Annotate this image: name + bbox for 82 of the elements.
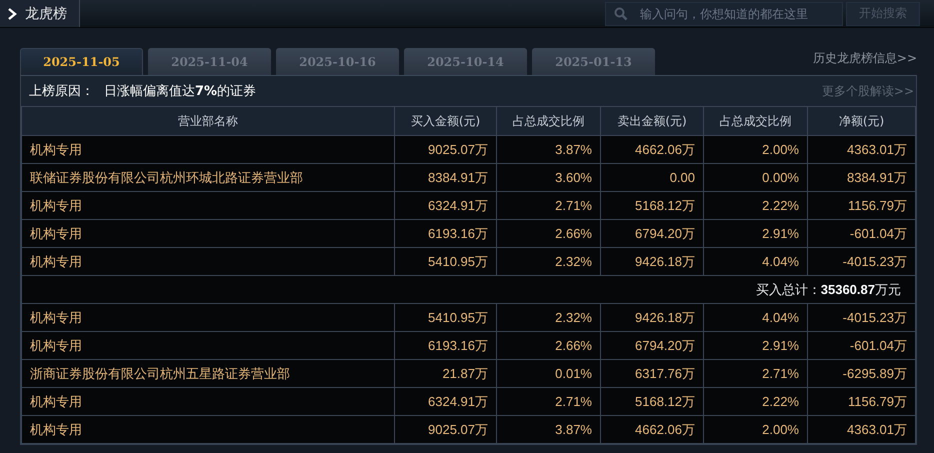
table-cell: 2.22% [704, 388, 808, 416]
date-tab[interactable]: 2025-01-13 [532, 48, 655, 75]
branch-name-cell: 联储证券股份有限公司杭州环城北路证券营业部 [22, 164, 394, 192]
table-cell: 9025.07万 [394, 136, 496, 164]
column-header: 占总成交比例 [704, 106, 808, 136]
column-header: 卖出金额(元) [600, 106, 704, 136]
more-analysis-link[interactable]: 更多个股解读>> [822, 83, 914, 100]
table-cell: -601.04万 [808, 220, 916, 248]
table-cell: 4662.06万 [600, 416, 704, 444]
table-cell: 1156.79万 [808, 388, 916, 416]
table-cell: 2.91% [704, 332, 808, 360]
branch-name-cell: 浙商证券股份有限公司杭州五星路证券营业部 [22, 360, 394, 388]
date-tab[interactable]: 2025-10-16 [276, 48, 399, 75]
table-cell: 6324.91万 [394, 192, 496, 220]
chevron-icon [8, 8, 17, 20]
date-tab[interactable]: 2025-10-14 [404, 48, 527, 75]
branch-name-cell: 机构专用 [22, 220, 394, 248]
table-cell: 0.00 [600, 164, 704, 192]
table-cell: 5168.12万 [600, 388, 704, 416]
table-cell: 9426.18万 [600, 248, 704, 276]
table-cell: 3.60% [496, 164, 600, 192]
table-cell: 9426.18万 [600, 304, 704, 332]
table-cell: 6193.16万 [394, 332, 496, 360]
table-cell: 2.00% [704, 416, 808, 444]
table-cell: 4363.01万 [808, 416, 916, 444]
table-cell: 0.01% [496, 360, 600, 388]
table-cell: -6295.89万 [808, 360, 916, 388]
reason-text: 日涨幅偏离值达7%的证券 [104, 83, 256, 100]
branch-name-cell: 机构专用 [22, 304, 394, 332]
table-cell: 4363.01万 [808, 136, 916, 164]
total-value: 35360.87 [820, 282, 875, 296]
table-cell: 2.71% [496, 192, 600, 220]
branch-name-cell: 机构专用 [22, 136, 394, 164]
table-cell: 8384.91万 [394, 164, 496, 192]
reason-label: 上榜原因： [29, 83, 94, 100]
table-cell: 2.91% [704, 220, 808, 248]
total-unit: 万元 [875, 282, 901, 296]
date-tab[interactable]: 2025-11-05 [20, 48, 143, 75]
table-cell: 6794.20万 [600, 220, 704, 248]
table-cell: 2.32% [496, 304, 600, 332]
table-cell: -4015.23万 [808, 248, 916, 276]
table-cell: 2.66% [496, 220, 600, 248]
table-cell: 2.66% [496, 332, 600, 360]
table-cell: 2.32% [496, 248, 600, 276]
table-cell: 2.71% [496, 388, 600, 416]
table-cell: 3.87% [496, 416, 600, 444]
column-header: 净额(元) [808, 106, 916, 136]
column-header: 买入金额(元) [394, 106, 496, 136]
table-cell: 3.87% [496, 136, 600, 164]
branch-name-cell: 机构专用 [22, 416, 394, 444]
table-cell: 6193.16万 [394, 220, 496, 248]
table-cell: 1156.79万 [808, 192, 916, 220]
table-cell: 6324.91万 [394, 388, 496, 416]
table-cell: 5410.95万 [394, 304, 496, 332]
history-link[interactable]: 历史龙虎榜信息>> [812, 50, 917, 67]
table-cell: 0.00% [704, 164, 808, 192]
branch-name-cell: 机构专用 [22, 248, 394, 276]
search-field[interactable]: 输入问句，你想知道的都在这里 [605, 2, 843, 26]
table-cell: 21.87万 [394, 360, 496, 388]
table-cell: 6317.76万 [600, 360, 704, 388]
column-header: 占总成交比例 [496, 106, 600, 136]
table-cell: 2.22% [704, 192, 808, 220]
table-cell: 5410.95万 [394, 248, 496, 276]
total-label: 买入总计： [756, 282, 821, 296]
table-cell: 2.00% [704, 136, 808, 164]
table-cell: 4.04% [704, 248, 808, 276]
branch-name-cell: 机构专用 [22, 388, 394, 416]
table-cell: -4015.23万 [808, 304, 916, 332]
table-cell: 9025.07万 [394, 416, 496, 444]
table-cell: 4662.06万 [600, 136, 704, 164]
table-cell: -601.04万 [808, 332, 916, 360]
branch-name-cell: 机构专用 [22, 332, 394, 360]
page-title: 龙虎榜 [25, 4, 67, 22]
column-header: 营业部名称 [22, 106, 394, 136]
table-cell: 4.04% [704, 304, 808, 332]
table-cell: 2.71% [704, 360, 808, 388]
search-icon [614, 6, 628, 20]
table-cell: 8384.91万 [808, 164, 916, 192]
branch-name-cell: 机构专用 [22, 192, 394, 220]
table-cell: 6794.20万 [600, 332, 704, 360]
date-tab[interactable]: 2025-11-04 [148, 48, 271, 75]
table-cell: 5168.12万 [600, 192, 704, 220]
